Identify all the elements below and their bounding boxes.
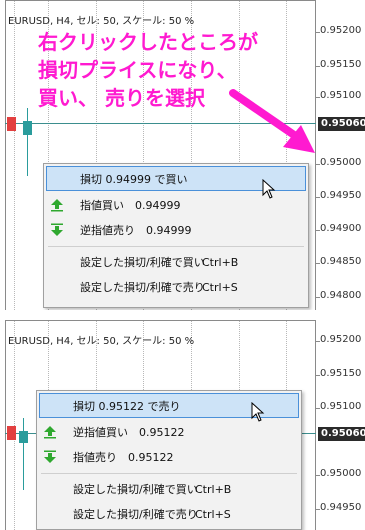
menu-item-label: 設定した損切/利確で売り bbox=[80, 281, 205, 294]
menu-separator bbox=[48, 246, 304, 247]
candle-bullish bbox=[23, 121, 32, 135]
menu-separator bbox=[41, 473, 297, 474]
menu-item-sell-limit[interactable]: 指値売り 0.95122 bbox=[37, 445, 301, 470]
menu-item-label: 逆指値売り 0.94999 bbox=[80, 224, 192, 237]
current-price-tag: 0.95060 bbox=[318, 427, 365, 441]
menu-item-sell-stop[interactable]: 逆指値売り 0.94999 bbox=[44, 218, 308, 243]
price-axis-label: 0.94800 bbox=[320, 290, 362, 301]
price-axis-label: 0.95150 bbox=[320, 368, 362, 379]
current-price-tag: 0.95060 bbox=[318, 117, 365, 131]
price-axis-label: 0.94900 bbox=[320, 223, 362, 234]
candle-bullish bbox=[19, 431, 28, 443]
menu-item-shortcut: Ctrl+B bbox=[202, 256, 239, 269]
mouse-cursor-icon bbox=[251, 402, 265, 422]
chart-panel-sell: EURUSD, H4, セル: 50, スケール: 50 % 0.95200 0… bbox=[0, 320, 365, 530]
price-axis-label: 0.95200 bbox=[320, 334, 362, 345]
price-axis-label: 0.94950 bbox=[320, 502, 362, 513]
candle-wick bbox=[27, 108, 28, 176]
annotation-line: 右クリックしたところが bbox=[38, 30, 258, 54]
menu-item-sell-with-preset[interactable]: 設定した損切/利確で売り Ctrl+S bbox=[37, 502, 301, 527]
price-axis-label: 0.95150 bbox=[320, 59, 362, 70]
menu-item-shortcut: Ctrl+B bbox=[195, 483, 232, 496]
price-axis-label: 0.95200 bbox=[320, 25, 362, 36]
menu-item-buy-stop[interactable]: 逆指値買い 0.95122 bbox=[37, 420, 301, 445]
menu-item-label: 損切 0.94999 で買い bbox=[80, 173, 188, 186]
candle-bearish bbox=[7, 117, 16, 131]
candle-bearish bbox=[7, 426, 16, 440]
annotation-line: 買い、 売りを選択 bbox=[38, 86, 205, 110]
menu-item-label: 損切 0.95122 で売り bbox=[73, 400, 181, 413]
chart-title: EURUSD, H4, セル: 50, スケール: 50 % bbox=[8, 16, 195, 27]
green-down-arrow-icon bbox=[44, 450, 56, 463]
menu-item-buy-with-preset[interactable]: 設定した損切/利確で買い Ctrl+B bbox=[37, 477, 301, 502]
price-axis-label: 0.94850 bbox=[320, 256, 362, 267]
price-axis-label: 0.94950 bbox=[320, 190, 362, 201]
annotation-arrow-icon bbox=[229, 89, 315, 153]
price-axis-label: 0.95000 bbox=[320, 468, 362, 479]
green-down-arrow-icon bbox=[51, 223, 63, 236]
green-up-arrow-icon bbox=[51, 199, 63, 212]
menu-item-label: 指値買い 0.94999 bbox=[80, 199, 181, 212]
menu-item-shortcut: Ctrl+S bbox=[202, 281, 238, 294]
menu-item-label: 逆指値買い 0.95122 bbox=[73, 426, 185, 439]
price-axis-label: 0.95100 bbox=[320, 90, 362, 101]
menu-item-label: 設定した損切/利確で売り bbox=[73, 508, 198, 521]
menu-item-shortcut: Ctrl+S bbox=[195, 508, 231, 521]
price-axis-label: 0.95000 bbox=[320, 157, 362, 168]
menu-item-sell-with-preset[interactable]: 設定した損切/利確で売り Ctrl+S bbox=[44, 275, 308, 300]
chart-title: EURUSD, H4, セル: 50, スケール: 50 % bbox=[8, 336, 195, 347]
grid-line bbox=[14, 1, 15, 310]
price-axis-label: 0.95100 bbox=[320, 401, 362, 412]
mouse-cursor-icon bbox=[262, 179, 276, 199]
menu-item-label: 指値売り 0.95122 bbox=[73, 451, 174, 464]
annotation-line: 損切プライスになり、 bbox=[38, 58, 237, 82]
green-up-arrow-icon bbox=[44, 426, 56, 439]
menu-item-buy-with-preset[interactable]: 設定した損切/利確で買い Ctrl+B bbox=[44, 250, 308, 275]
menu-item-label: 設定した損切/利確で買い bbox=[80, 256, 205, 269]
candle-wick bbox=[23, 418, 24, 490]
chart-panel-buy: EURUSD, H4, セル: 50, スケール: 50 % 0.95200 0… bbox=[0, 0, 365, 310]
menu-item-label: 設定した損切/利確で買い bbox=[73, 483, 198, 496]
